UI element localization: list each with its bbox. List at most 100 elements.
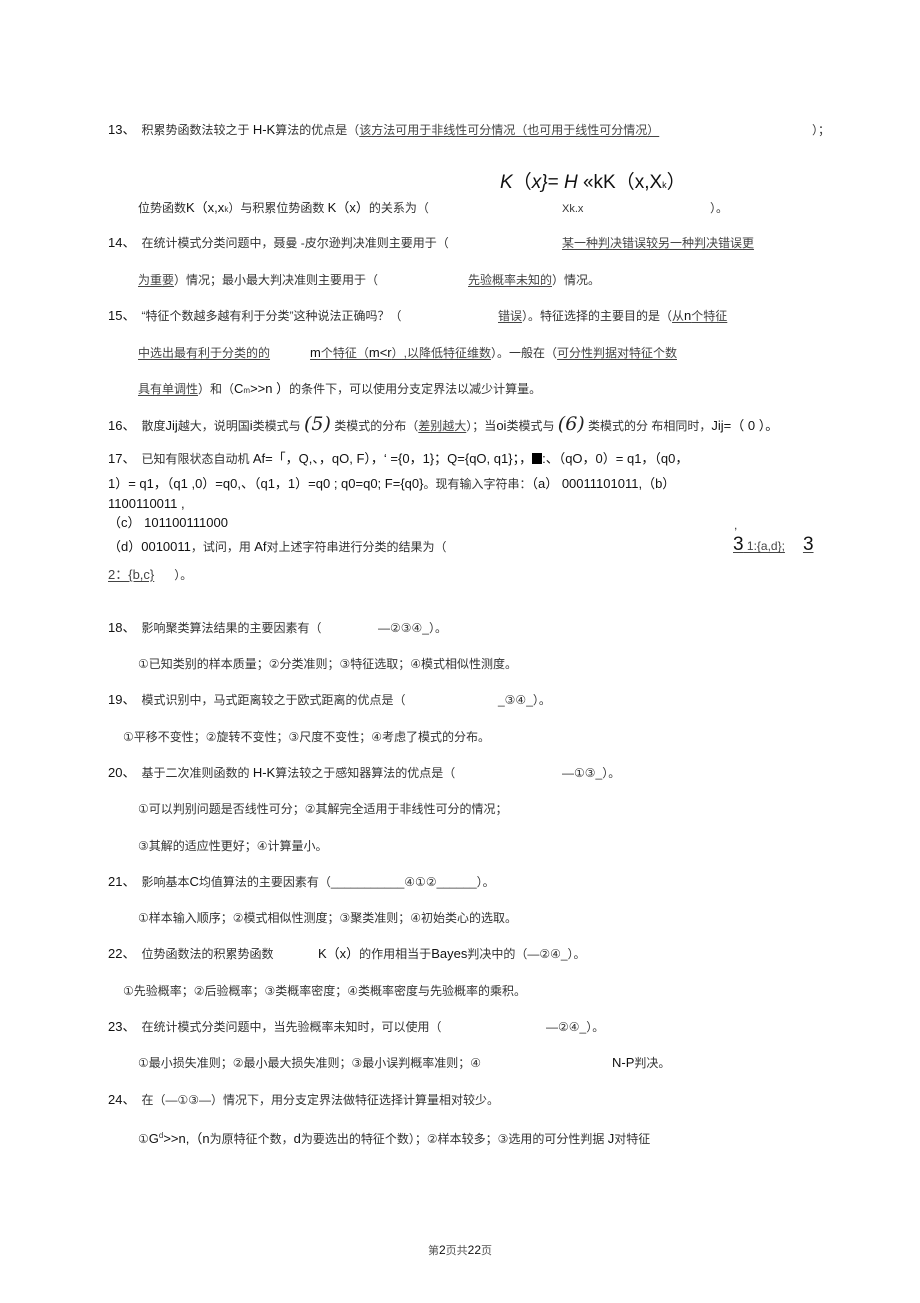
question-text: 1）= q1，（q1 ,0）=q0,、（q1，1）=q0 ; q0=q0; F=… (108, 476, 424, 491)
answer-text: ___________④①②______ (330, 875, 477, 889)
question-18-answer: —②③④_）。 (378, 620, 447, 636)
answer-text: 先验概率未知的 (468, 273, 553, 287)
question-22-options: ①先验概率；②后验概率；③类概率密度；④类概率密度与先验概率的乘积。 (123, 984, 527, 998)
answer-text: 某一种判决错误较另一种判决错误更 (562, 236, 755, 250)
formula-symbol: «kK（x,X (577, 172, 663, 193)
question-24: 24、 在（—①③—）情况下，用分支定界法做特征选择计算量相对较少。 (108, 1092, 499, 1108)
question-19: 19、 模式识别中，马式距离较之于欧式距离的优点是（ (108, 692, 405, 708)
question-19-options: ①平移不变性；②旋转不变性；③尺度不变性；④考虑了模式的分布。 (123, 730, 491, 744)
question-20-answer: —①③_）。 (562, 765, 620, 781)
question-text: ）情况下，用分支定界法做特征选择计算量相对较少。 (211, 1093, 500, 1107)
question-text: ）。 (476, 875, 495, 889)
question-text: 在统计模式分类问题中，当先验概率未知时，可以使用（ (141, 1020, 442, 1034)
question-17-line-5: （d）0010011，试问，用 Af对上述字符串进行分类的结果为（ (108, 539, 447, 555)
question-text: 对特征 (614, 1132, 651, 1146)
question-18: 18、 影响聚类算法结果的主要因素有（ (108, 620, 321, 636)
question-text: 类模式的分 布相同时， (584, 419, 712, 433)
question-13-line-1: 13、 积累势函数法较之于 H-K算法的优点是（该方法可用于非线性可分情况（也可用… (108, 122, 659, 138)
total-pages: 22 (467, 1243, 482, 1257)
question-text: Jij (165, 418, 178, 433)
question-number: 15、 (108, 308, 136, 323)
footer-text: 页共 (445, 1245, 468, 1257)
question-text: 判决。 (634, 1056, 671, 1070)
question-text: 类模式与 (506, 419, 558, 433)
question-text: H-K (252, 122, 276, 137)
question-text: “特征个数越多越有利于分类”这种说法正确吗？（ (141, 309, 402, 323)
question-text: 影响聚类算法结果的主要因素有（ (141, 621, 322, 635)
answer-text: 可分性判据对特征个数 (556, 346, 677, 360)
formula-symbol: H (563, 172, 578, 193)
question-21-options: ①样本输入顺序；②模式相似性测度；③聚类准则；④初始类心的选取。 (138, 911, 518, 925)
question-text: 的条件下，可以使用分支定界法以减少计算量。 (289, 382, 542, 396)
question-text: 对上述字符串进行分类的结果为（ (266, 540, 447, 554)
answer-text: 错误 (498, 309, 523, 323)
question-text: K（x） (318, 946, 360, 961)
answer-text: 中选出最有利于分类的的 m个特征（m<r）,以降低特征维数 (138, 345, 491, 360)
question-text: 已知有限状态自动机 (141, 452, 253, 466)
question-text: ）情况；最小最大判决准则主要用于（ (174, 273, 379, 287)
question-text: ）。一般在（ (490, 346, 557, 360)
answer-text: 2：{b,c} (108, 567, 155, 582)
question-text: 类模式与 (252, 419, 305, 433)
answer-text: Xk.x (562, 203, 584, 215)
question-text: 类模式的分布（ (330, 419, 419, 433)
answer-text: 该方法可用于非线性可分情况（也可用于线性可分情况） (359, 123, 660, 137)
question-text: ）。 (586, 1020, 605, 1034)
question-text: 均值算法的主要因素有（ (198, 875, 331, 889)
question-text: （a） 00011101011,（b） (531, 476, 676, 491)
answer-text: —②④_ (527, 947, 568, 961)
question-23-options-tail: N-P判决。 (612, 1055, 670, 1071)
blank-marker: (6) (557, 413, 585, 435)
question-15-line-2: 中选出最有利于分类的的 m个特征（m<r）,以降低特征维数）。一般在（可分性判据对… (138, 345, 677, 361)
answer-text: 差别越大 (418, 419, 467, 433)
question-text: 基于二次准则函数的 (141, 766, 253, 780)
question-text: ）和（ (198, 382, 235, 396)
question-16: 16、 散度Jij越大，说明国i类模式与 (5) 类模式的分布（差别越大）；当oi… (108, 413, 778, 435)
question-17-line-6: 2：{b,c} ）。 (108, 567, 192, 583)
question-17-line-4: （c） 101100111000 (108, 515, 228, 530)
page-footer: 第2页共22页 (0, 1242, 920, 1258)
question-text: n (202, 1131, 210, 1146)
question-text: 模式识别中，马式距离较之于欧式距离的优点是（ (141, 693, 406, 707)
question-text: ，试问，用 (190, 540, 255, 554)
question-text: 算法的优点是（ (275, 123, 360, 137)
question-text: ）情况。 (552, 273, 601, 287)
formula-symbol: K (500, 172, 513, 193)
question-21: 21、 影响基本C均值算法的主要因素有（___________④①②______）… (108, 874, 495, 890)
question-text: oi (496, 418, 507, 433)
answer-text: 个特征（ (320, 346, 369, 360)
question-number: 19、 (108, 692, 136, 707)
question-text: 的关系为（ (368, 201, 429, 215)
question-15-line-3: 具有单调性）和（Cm>>n ）的条件下，可以使用分支定界法以减少计算量。 (138, 381, 541, 399)
question-text: 越大，说明国 (177, 419, 250, 433)
question-text: Bayes (431, 946, 468, 961)
question-20: 20、 基于二次准则函数的 H-K算法较之于感知器算法的优点是（ (108, 765, 455, 781)
answer-text: 中选出最有利于分类的的 (138, 346, 271, 360)
question-number: 22、 (108, 946, 136, 961)
answer-text: —②③④_ (378, 621, 429, 635)
question-15-line-1-tail: 错误）。特征选择的主要目的是（从n个特征 (498, 308, 727, 324)
question-22-tail: K（x）的作用相当于Bayes判决中的（—②④_）。 (318, 946, 586, 962)
question-number: 14、 (108, 235, 136, 250)
question-text: ）。 (602, 766, 621, 780)
answer-text: 某一种判决错误较另一种判决错误更 (562, 235, 754, 251)
question-text: 判决中的（ (467, 947, 528, 961)
question-text: 积累势函数法较之于 (141, 123, 253, 137)
question-number: 24、 (108, 1092, 136, 1107)
question-14-line-2-tail: 先验概率未知的）情况。 (468, 272, 600, 288)
question-13-line-2-end: ）。 (710, 201, 729, 215)
answer-text: 1:{a,d}; (743, 539, 785, 553)
question-17-line-1: 17、 已知有限状态自动机 Af=「，Q,、，qO, F），‘ ={0，1}；Q=… (108, 451, 688, 467)
question-text: 位势函数法的积累势函数 (141, 947, 274, 961)
question-text: 为要选出的特征个数）；②样本较多；③选用的可分性判据 (300, 1132, 608, 1146)
footer-text: 页 (481, 1245, 493, 1257)
question-17-line-3: 1100110011 , (108, 496, 185, 511)
answer-text: _③④_ (498, 693, 533, 707)
question-text: K（x,x (186, 200, 225, 215)
question-15-line-1: 15、 “特征个数越多越有利于分类”这种说法正确吗？（ (108, 308, 401, 324)
answer-text: 2：{b,c} (108, 567, 174, 582)
question-23-answer: —②④_）。 (546, 1019, 604, 1035)
question-number: 17、 (108, 451, 136, 466)
answer-text: 从n个特征 (672, 308, 727, 323)
question-20-options-1: ①可以判别问题是否线性可分；②其解完全适用于非线性可分的情况； (138, 802, 508, 816)
